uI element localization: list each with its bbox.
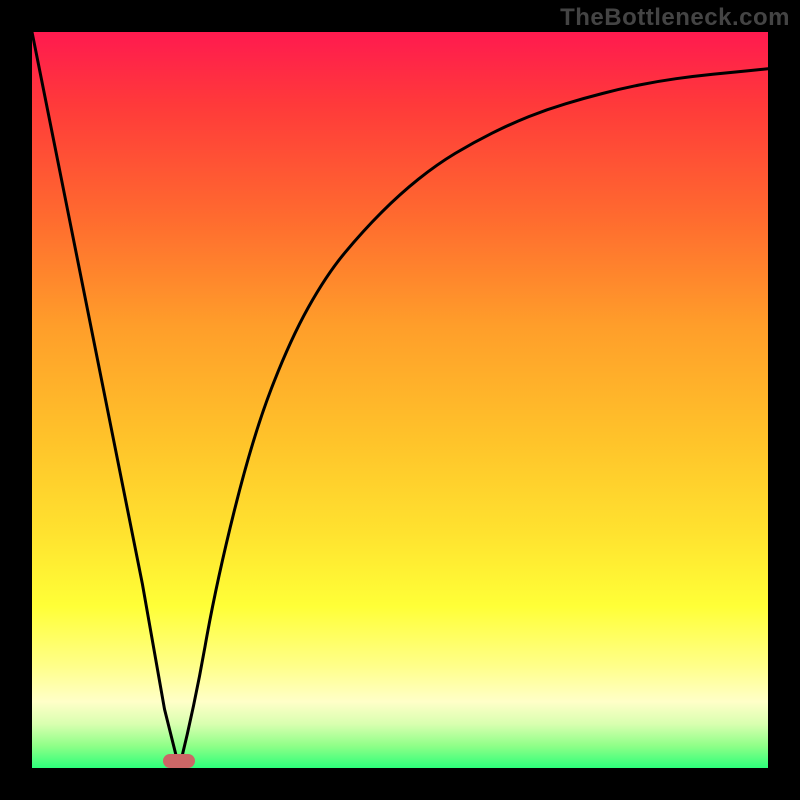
plot-area xyxy=(32,32,768,768)
watermark-text: TheBottleneck.com xyxy=(560,4,790,32)
minimum-marker xyxy=(163,754,195,768)
curve-path xyxy=(32,32,768,768)
chart-frame: TheBottleneck.com xyxy=(0,0,800,800)
bottleneck-curve xyxy=(32,32,768,768)
